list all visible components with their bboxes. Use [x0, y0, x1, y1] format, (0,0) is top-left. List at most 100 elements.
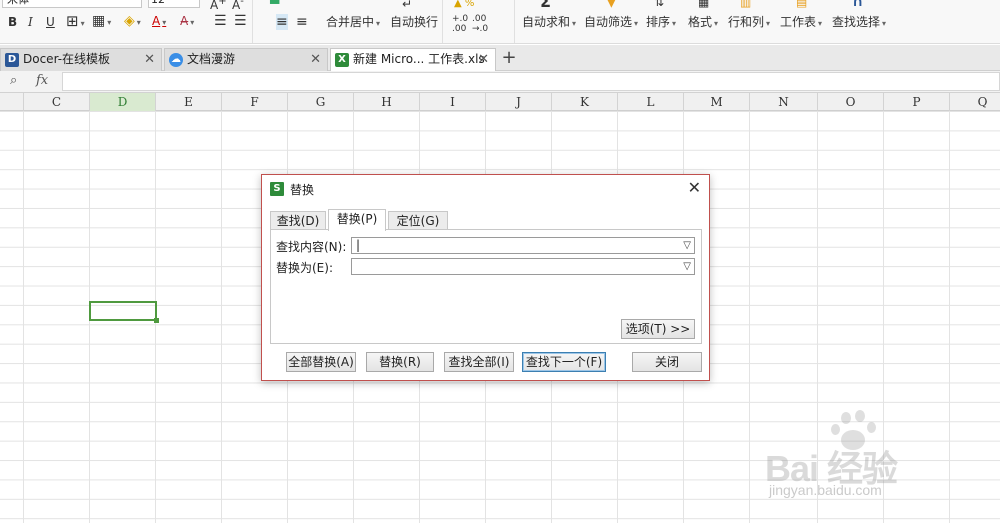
options-button[interactable]: 选项(T) >>: [621, 319, 695, 339]
worksheet-icon: ▤: [796, 0, 808, 9]
ribbon-separator: [252, 0, 253, 43]
replace-all-button[interactable]: 全部替换(A): [286, 352, 356, 372]
bold-button[interactable]: B: [8, 14, 17, 30]
close-icon[interactable]: ✕: [478, 49, 489, 70]
docer-icon: D: [5, 53, 19, 67]
auto-sum-label: 自动求和: [522, 15, 571, 29]
font-name-select[interactable]: 宋体: [2, 0, 142, 8]
underline-button[interactable]: U: [46, 14, 55, 30]
baidu-watermark: Bai 经验 jingyan.baidu.com: [765, 410, 965, 510]
grid-line: [749, 111, 750, 523]
align-center-icon[interactable]: ≡: [296, 14, 308, 30]
formula-input[interactable]: [62, 72, 1000, 91]
decimal-decrease-icon[interactable]: .00 →.0: [472, 14, 488, 34]
column-header[interactable]: E: [156, 93, 222, 111]
sort-button[interactable]: 排序 ▾: [646, 14, 676, 32]
auto-filter-button[interactable]: 自动筛选 ▾: [584, 14, 638, 32]
row-header-corner[interactable]: [0, 93, 24, 111]
font-color-letter: A: [152, 14, 161, 28]
group-expander-icon[interactable]: ⌟: [244, 36, 247, 43]
dialog-title: 替换: [290, 183, 315, 197]
ribbon-toolbar: 宋体 12 A+ A- B I U ⊞▾ ▦▾ ◈▾ A▾ A̶▾ ☰ ☰ ▀ …: [0, 0, 1000, 44]
indent-decrease-icon[interactable]: ☰: [214, 13, 227, 29]
tab-docer[interactable]: D Docer-在线模板 ✕: [0, 48, 162, 71]
rows-cols-icon: ▥: [740, 0, 752, 9]
document-tab-bar: D Docer-在线模板 ✕ ☁ 文档漫游 ✕ X 新建 Micro... 工作…: [0, 45, 1000, 72]
chevron-down-icon[interactable]: ▽: [683, 238, 691, 253]
replace-button[interactable]: 替换(R): [366, 352, 434, 372]
find-next-button[interactable]: 查找下一个(F): [522, 352, 606, 372]
find-input[interactable]: | ▽: [351, 237, 695, 254]
tab-goto[interactable]: 定位(G): [388, 211, 448, 230]
worksheet-label: 工作表: [780, 15, 817, 29]
replace-panel: 查找内容(N): | ▽ 替换为(E): ▽ 选项(T) >>: [270, 229, 702, 344]
column-header[interactable]: Q: [950, 93, 1000, 111]
column-header[interactable]: P: [884, 93, 950, 111]
auto-wrap-button[interactable]: 自动换行: [390, 14, 438, 30]
dialog-title-bar[interactable]: S 替换 ✕: [262, 175, 709, 203]
borders-icon[interactable]: ⊞ ▾: [66, 13, 85, 32]
close-icon[interactable]: ✕: [310, 49, 321, 70]
tab-label: Docer-在线模板: [23, 52, 111, 66]
align-left-icon[interactable]: ≡: [276, 14, 288, 30]
grid-line: [23, 111, 24, 523]
tab-replace[interactable]: 替换(P): [328, 209, 386, 231]
tab-workbook[interactable]: X 新建 Micro... 工作表.xls ✕: [330, 48, 496, 72]
font-size-select[interactable]: 12: [148, 0, 200, 8]
tab-cloud-docs[interactable]: ☁ 文档漫游 ✕: [164, 48, 328, 71]
font-shrink-icon[interactable]: A-: [232, 0, 244, 13]
column-header[interactable]: O: [818, 93, 884, 111]
format-label: 格式: [688, 15, 713, 29]
function-icon[interactable]: fx: [36, 73, 48, 88]
find-select-button[interactable]: 查找选择 ▾: [832, 14, 886, 32]
auto-sum-button[interactable]: 自动求和 ▾: [522, 14, 576, 32]
ribbon-separator: [442, 0, 443, 43]
cell-style-icon[interactable]: ▦ ▾: [92, 13, 111, 31]
currency-icon[interactable]: ▲ %: [454, 0, 474, 12]
rows-cols-label: 行和列: [728, 15, 765, 29]
sort-label: 排序: [646, 15, 671, 29]
magnifier-icon[interactable]: ⌕: [10, 73, 17, 88]
column-header[interactable]: F: [222, 93, 288, 111]
close-icon[interactable]: ✕: [688, 178, 701, 197]
column-header[interactable]: C: [24, 93, 90, 111]
italic-button[interactable]: I: [28, 14, 33, 30]
column-header[interactable]: G: [288, 93, 354, 111]
fill-color-icon[interactable]: ◈ ▾: [124, 13, 141, 31]
group-expander-icon[interactable]: ⌟: [500, 36, 503, 43]
chevron-down-icon[interactable]: ▽: [683, 259, 691, 274]
worksheet-button[interactable]: 工作表 ▾: [780, 14, 822, 32]
rows-cols-button[interactable]: 行和列 ▾: [728, 14, 770, 32]
replace-input[interactable]: ▽: [351, 258, 695, 275]
grid-line: [221, 111, 222, 523]
font-color-button[interactable]: A ▾: [152, 13, 166, 31]
clear-format-icon[interactable]: A̶ ▾: [180, 13, 194, 31]
merge-center-button[interactable]: 合并居中 ▾: [326, 14, 380, 32]
new-tab-button[interactable]: +: [498, 48, 520, 70]
column-header[interactable]: H: [354, 93, 420, 111]
column-header[interactable]: L: [618, 93, 684, 111]
font-grow-icon[interactable]: A+: [210, 0, 227, 13]
column-header[interactable]: K: [552, 93, 618, 111]
close-button[interactable]: 关闭: [632, 352, 702, 372]
format-button[interactable]: 格式 ▾: [688, 14, 718, 32]
column-header-selected[interactable]: D: [90, 93, 156, 111]
watermark-url: jingyan.baidu.com: [769, 482, 882, 498]
indent-increase-icon[interactable]: ☰: [234, 13, 247, 29]
column-header[interactable]: J: [486, 93, 552, 111]
replace-label: 替换为(E):: [276, 261, 333, 275]
wrap-text-icon: ↵: [402, 0, 413, 11]
column-header[interactable]: N: [750, 93, 818, 111]
find-all-button[interactable]: 查找全部(I): [444, 352, 514, 372]
cloud-icon: ☁: [169, 53, 183, 67]
close-icon[interactable]: ✕: [144, 49, 155, 70]
column-header[interactable]: M: [684, 93, 750, 111]
column-header[interactable]: I: [420, 93, 486, 111]
merge-center-label: 合并居中: [326, 15, 375, 29]
tab-find[interactable]: 查找(D): [270, 211, 326, 230]
active-cell[interactable]: [89, 301, 159, 323]
decimal-increase-icon[interactable]: +.0.00: [452, 14, 468, 34]
align-top-icon[interactable]: ▀: [270, 0, 279, 12]
formula-bar: ⌕ fx: [0, 71, 1000, 93]
group-expander-icon[interactable]: ⌟: [430, 36, 433, 43]
